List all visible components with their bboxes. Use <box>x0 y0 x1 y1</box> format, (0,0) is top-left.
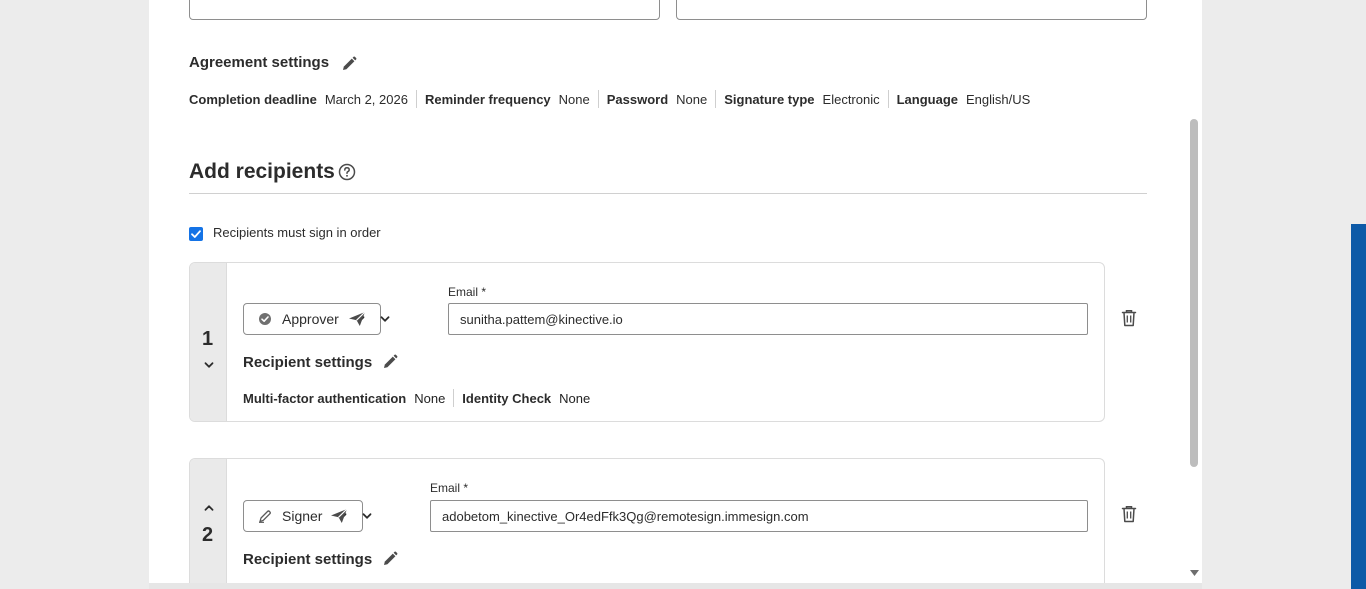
delivery-method-send-icon[interactable] <box>348 311 366 327</box>
delete-recipient-trash-icon[interactable] <box>1121 505 1137 523</box>
identity-check-value: None <box>559 390 591 406</box>
help-icon[interactable] <box>338 163 356 181</box>
recipient-settings-summary: Multi-factor authentication None Identit… <box>243 389 590 407</box>
side-panel-edge[interactable] <box>1351 224 1366 589</box>
email-label-text: Email <box>448 285 479 299</box>
delivery-method-chevron-down-icon[interactable] <box>379 313 391 325</box>
checkmark-icon <box>191 230 201 238</box>
scrollbar-thumb[interactable] <box>1190 119 1198 467</box>
divider <box>597 90 599 108</box>
sign-in-order-checkbox[interactable] <box>189 227 203 241</box>
password-value: None <box>676 91 708 107</box>
agreement-settings-summary: Completion deadline March 2, 2026 Remind… <box>189 90 1030 108</box>
main-panel: Agreement settings Completion deadline M… <box>149 0 1188 583</box>
required-asterisk: * <box>481 285 487 299</box>
recipient-settings-title: Recipient settings <box>243 354 373 371</box>
divider <box>189 193 1147 194</box>
signature-type-label: Signature type <box>724 91 815 107</box>
language-value: English/US <box>966 91 1031 107</box>
signature-type-value: Electronic <box>822 91 880 107</box>
divider <box>453 389 455 407</box>
email-label: Email * <box>448 285 486 299</box>
add-recipients-heading: Add recipients <box>189 160 335 183</box>
reminder-frequency-label: Reminder frequency <box>424 91 551 107</box>
recipient-settings-title: Recipient settings <box>243 551 373 568</box>
collapse-chevron-down-icon[interactable] <box>203 359 215 371</box>
edit-recipient-settings-pencil-icon[interactable] <box>381 353 399 371</box>
edit-recipient-settings-pencil-icon[interactable] <box>381 550 399 568</box>
completion-deadline-value: March 2, 2026 <box>324 91 408 107</box>
divider <box>887 90 889 108</box>
bottom-scroll-strip <box>149 583 1202 589</box>
delete-recipient-trash-icon[interactable] <box>1121 309 1137 327</box>
required-asterisk: * <box>463 481 469 495</box>
top-field-right[interactable] <box>676 0 1147 20</box>
language-label: Language <box>896 91 959 107</box>
delivery-method-chevron-down-icon[interactable] <box>361 510 373 522</box>
password-label: Password <box>606 91 669 107</box>
recipient-number: 2 <box>202 524 214 546</box>
email-label-text: Email <box>430 481 461 495</box>
recipient-card-1: 1 Approver Email * Recipient setting <box>189 262 1105 422</box>
approver-check-circle-icon <box>259 313 271 325</box>
signer-pen-icon <box>259 510 271 523</box>
scroll-down-arrow-icon[interactable] <box>1190 570 1199 576</box>
recipient-card-2: 2 Signer Email * Recipient settings <box>189 458 1105 583</box>
recipient-number: 1 <box>202 328 214 350</box>
edit-agreement-settings-pencil-icon[interactable] <box>340 55 358 73</box>
role-label: Signer <box>282 508 323 524</box>
mfa-label: Multi-factor authentication <box>243 390 407 406</box>
divider <box>415 90 417 108</box>
email-input[interactable] <box>430 500 1088 532</box>
sign-in-order-label[interactable]: Recipients must sign in order <box>213 225 381 240</box>
identity-check-label: Identity Check <box>462 390 552 406</box>
top-field-left[interactable] <box>189 0 660 20</box>
role-label: Approver <box>282 311 339 327</box>
recipient-order-strip <box>190 459 227 583</box>
expand-chevron-up-icon[interactable] <box>203 502 215 514</box>
agreement-settings-title: Agreement settings <box>189 54 330 71</box>
delivery-method-send-icon[interactable] <box>330 508 348 524</box>
divider <box>715 90 717 108</box>
completion-deadline-label: Completion deadline <box>189 91 317 107</box>
reminder-frequency-value: None <box>558 91 590 107</box>
mfa-value: None <box>414 390 446 406</box>
email-input[interactable] <box>448 303 1088 335</box>
email-label: Email * <box>430 481 468 495</box>
